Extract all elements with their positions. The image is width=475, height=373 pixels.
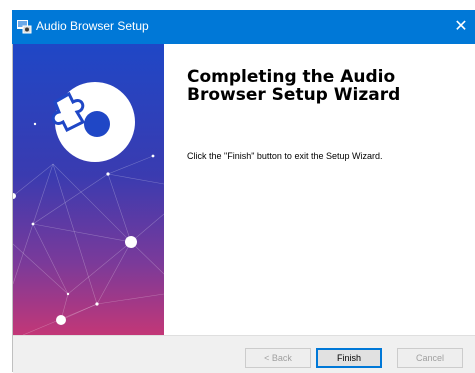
finish-button[interactable]: Finish [316,348,382,368]
title-bar: Audio Browser Setup ✕ [12,10,475,44]
back-button[interactable]: < Back [245,348,311,368]
window-title: Audio Browser Setup [36,19,149,33]
banner-graphic [13,44,164,335]
wizard-message: Click the "Finish" button to exit the Se… [187,151,383,161]
wizard-banner [13,44,164,335]
button-bar: < Back Finish Cancel [13,335,475,373]
cancel-button[interactable]: Cancel [397,348,463,368]
page-title: Completing the Audio Browser Setup Wizar… [187,67,401,105]
installer-app-icon [17,20,32,34]
close-icon[interactable]: ✕ [447,10,475,44]
